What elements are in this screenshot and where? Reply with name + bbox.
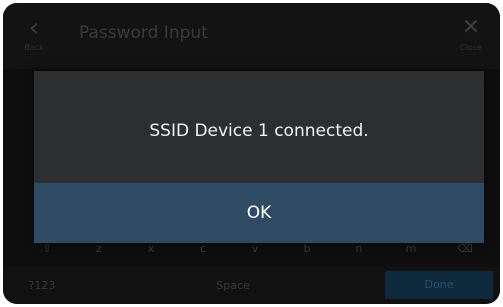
back-label: Back: [24, 43, 44, 52]
symbols-key[interactable]: ?123: [17, 273, 67, 299]
close-button[interactable]: ✕ Close: [456, 13, 486, 57]
screen: ‹ Back Password Input ✕ Close ⇧ z x c v …: [3, 3, 500, 304]
keyboard-bottom-bar: ?123 Space Done: [3, 267, 500, 304]
space-key[interactable]: Space: [163, 273, 303, 299]
done-key[interactable]: Done: [385, 271, 493, 299]
header-bar: ‹ Back Password Input ✕ Close: [3, 3, 500, 69]
chevron-left-icon: ‹: [28, 13, 40, 43]
ok-button[interactable]: OK: [34, 183, 484, 243]
dialog-message: SSID Device 1 connected.: [149, 121, 369, 141]
close-label: Close: [460, 43, 482, 52]
close-icon: ✕: [461, 15, 481, 40]
back-button[interactable]: ‹ Back: [19, 13, 49, 57]
page-title: Password Input: [79, 23, 208, 43]
connection-dialog: SSID Device 1 connected. OK: [34, 71, 484, 243]
